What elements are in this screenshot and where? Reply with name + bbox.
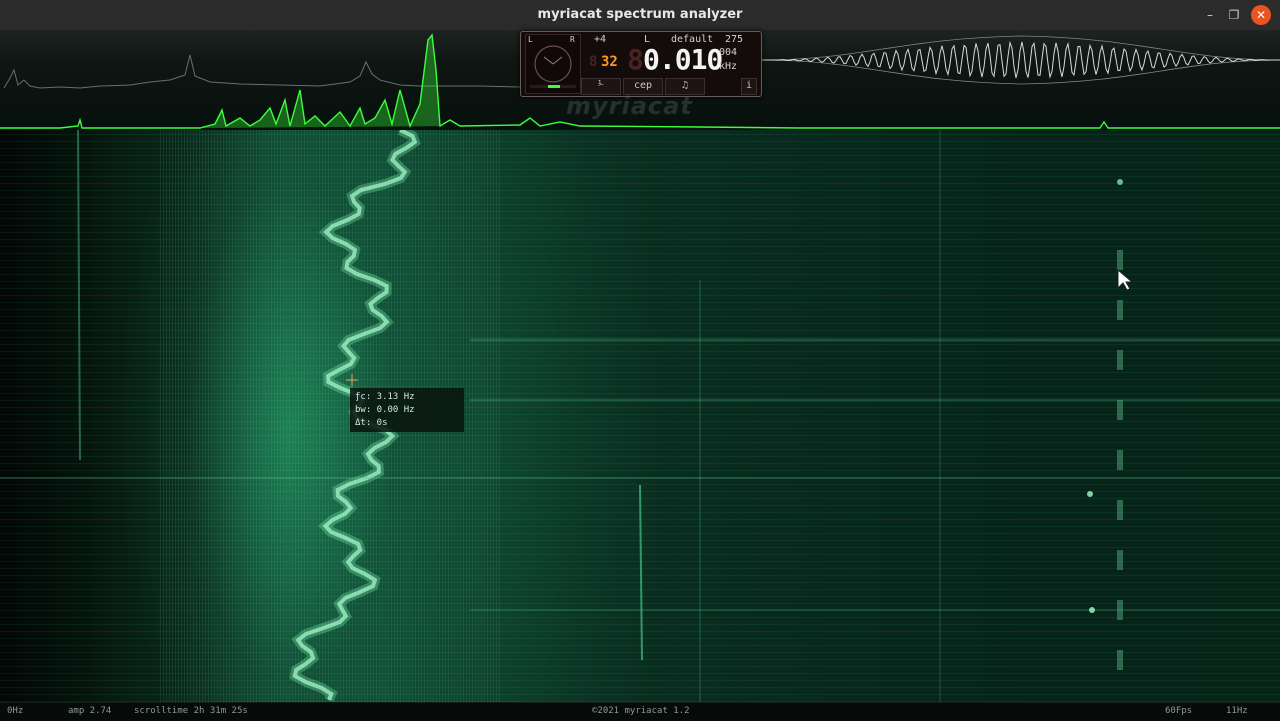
spectrogram-waterfall[interactable]: ƒc: 3.13 Hz bw: 0.00 Hz Δt: 0s: [0, 130, 1280, 702]
tooltip-center-frequency: ƒc: 3.13 Hz: [355, 392, 415, 402]
frequency-tooltip: ƒc: 3.13 Hz bw: 0.00 Hz Δt: 0s: [350, 388, 464, 432]
scrolltime-readout: scrolltime 2h 31m 25s: [134, 706, 248, 716]
watermark-logo: myriacat: [566, 92, 693, 120]
tooltip-bandwidth: bw: 0.00 Hz: [355, 405, 415, 415]
tooltip-delta-time: Δt: 0s: [355, 418, 388, 428]
frequency-small: 004: [719, 47, 738, 58]
ghost-digit: 8: [589, 54, 598, 70]
offset-value: +4: [594, 34, 607, 45]
preset-value: 275: [725, 34, 744, 45]
gauge-right-label: R: [570, 35, 575, 44]
maximize-button[interactable]: ❐: [1224, 5, 1244, 25]
copyright-text: ©2021 myriacat 1.2: [592, 706, 690, 716]
info-button[interactable]: i: [741, 78, 757, 95]
mouse-pointer-icon: [1117, 268, 1134, 291]
amp-readout: amp 2.74: [68, 706, 112, 716]
spectrogram-traces: [0, 130, 1280, 702]
panel-buttons: ⅟ cep ♫ i: [581, 78, 759, 95]
ghost-digit: 8: [627, 43, 644, 76]
window-titlebar: myriacat spectrum analyzer – ❐ ✕: [0, 0, 1280, 31]
close-button[interactable]: ✕: [1251, 5, 1271, 25]
min-frequency: 0Hz: [7, 706, 24, 716]
frequency-unit: kHz: [719, 61, 738, 72]
tuner-panel: L R +4 L default 275 8 32 8 0.010 004 kH…: [520, 31, 762, 97]
max-frequency: 11Hz: [1226, 706, 1248, 716]
frequency-readout: 0.010: [643, 43, 723, 76]
panel-spacer: [707, 78, 743, 95]
gauge-left-label: L: [528, 35, 533, 44]
window-title: myriacat spectrum analyzer: [537, 7, 743, 22]
crosshair-icon: [346, 374, 358, 386]
status-bar: 0Hz amp 2.74 scrolltime 2h 31m 25s ©2021…: [0, 702, 1280, 721]
resolution-value: 32: [601, 54, 618, 70]
level-gauge: L R: [525, 34, 581, 94]
waveform-display: [762, 35, 1280, 85]
minimize-button[interactable]: –: [1200, 5, 1220, 25]
fps-readout: 60Fps: [1165, 706, 1193, 716]
